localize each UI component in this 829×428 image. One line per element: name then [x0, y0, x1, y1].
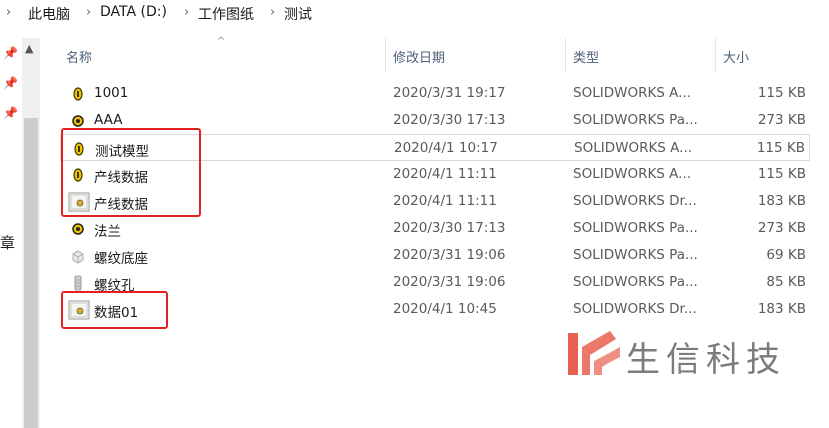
file-type: SOLIDWORKS Pa... [573, 112, 698, 128]
file-type: SOLIDWORKS A... [573, 166, 692, 182]
file-date: 2020/3/31 19:17 [393, 85, 506, 101]
column-header: ^ 名称 修改日期 类型 大小 [40, 36, 829, 72]
part-thumb-icon [68, 246, 88, 266]
column-divider[interactable] [385, 38, 386, 72]
highlight-box [61, 291, 168, 329]
file-type: SOLIDWORKS Pa... [573, 220, 698, 236]
file-name: 法兰 [94, 224, 121, 240]
file-row[interactable]: 1001 2020/3/31 19:17 SOLIDWORKS A... 115… [60, 80, 810, 107]
file-date: 2020/4/1 11:11 [393, 193, 497, 209]
file-name: AAA [94, 112, 123, 128]
file-size: 273 KB [757, 220, 806, 236]
file-size: 183 KB [757, 193, 806, 209]
file-type: SOLIDWORKS A... [574, 140, 693, 156]
part-thumb-icon [68, 273, 88, 293]
navigation-pane: 📌 📌 📌 章 [0, 38, 22, 428]
file-name: 1001 [94, 85, 129, 101]
breadcrumb-this-pc[interactable]: 此电脑 [28, 4, 70, 24]
column-divider[interactable] [715, 38, 716, 72]
file-date: 2020/4/1 10:17 [394, 140, 498, 156]
file-date: 2020/3/31 19:06 [393, 247, 506, 263]
file-name: 螺纹底座 [94, 251, 148, 267]
file-date: 2020/3/30 17:13 [393, 220, 506, 236]
file-size: 115 KB [757, 166, 806, 182]
watermark-logo: 生信科技 [566, 327, 816, 380]
vertical-scrollbar[interactable]: ▲ [22, 38, 40, 428]
pin-icon[interactable]: 📌 [3, 106, 18, 120]
file-size: 85 KB [766, 274, 806, 290]
file-size: 273 KB [757, 112, 806, 128]
nav-item-label[interactable]: 章 [0, 232, 15, 253]
sort-ascending-icon: ^ [217, 36, 226, 47]
column-size-header[interactable]: 大小 [723, 47, 749, 66]
breadcrumb-current[interactable]: 测试 [284, 4, 312, 24]
file-type: SOLIDWORKS Pa... [573, 274, 698, 290]
column-date-header[interactable]: 修改日期 [393, 47, 445, 66]
chevron-right-icon[interactable]: › [270, 5, 275, 20]
file-date: 2020/4/1 11:11 [393, 166, 497, 182]
file-size: 115 KB [757, 85, 806, 101]
file-size: 183 KB [757, 301, 806, 317]
file-date: 2020/3/31 19:06 [393, 274, 506, 290]
file-type: SOLIDWORKS Dr... [573, 301, 697, 317]
highlight-box [61, 128, 201, 217]
breadcrumb-folder[interactable]: 工作图纸 [198, 4, 254, 24]
column-divider[interactable] [565, 38, 566, 72]
file-size: 69 KB [766, 247, 806, 263]
file-row[interactable]: 数据01 2020/4/1 10:45 SOLIDWORKS Dr... 183… [60, 296, 810, 323]
breadcrumb-drive[interactable]: DATA (D:) [100, 4, 167, 20]
assembly-icon [68, 84, 88, 104]
file-date: 2020/4/1 10:45 [393, 301, 497, 317]
scrollbar-thumb[interactable] [24, 118, 38, 428]
file-type: SOLIDWORKS Pa... [573, 247, 698, 263]
part-icon [68, 219, 88, 239]
file-size: 115 KB [756, 140, 805, 156]
file-date: 2020/3/30 17:13 [393, 112, 506, 128]
watermark-text: 生信科技 [626, 340, 786, 380]
file-type: SOLIDWORKS Dr... [573, 193, 697, 209]
chevron-right-icon[interactable]: › [6, 5, 11, 20]
scroll-up-icon[interactable]: ▲ [25, 42, 33, 55]
column-type-header[interactable]: 类型 [573, 47, 599, 66]
pin-icon[interactable]: 📌 [3, 46, 18, 60]
chevron-right-icon[interactable]: › [184, 5, 189, 20]
file-row[interactable]: 法兰 2020/3/30 17:13 SOLIDWORKS Pa... 273 … [60, 215, 810, 242]
chevron-right-icon[interactable]: › [86, 5, 91, 20]
column-name-header[interactable]: 名称 [66, 47, 92, 66]
pin-icon[interactable]: 📌 [3, 76, 18, 90]
watermark-mark-icon [568, 331, 620, 375]
file-row[interactable]: 螺纹底座 2020/3/31 19:06 SOLIDWORKS Pa... 69… [60, 242, 810, 269]
file-type: SOLIDWORKS A... [573, 85, 692, 101]
file-row[interactable]: 螺纹孔 2020/3/31 19:06 SOLIDWORKS Pa... 85 … [60, 269, 810, 296]
address-bar[interactable]: › 此电脑 › DATA (D:) › 工作图纸 › 测试 [0, 0, 829, 30]
